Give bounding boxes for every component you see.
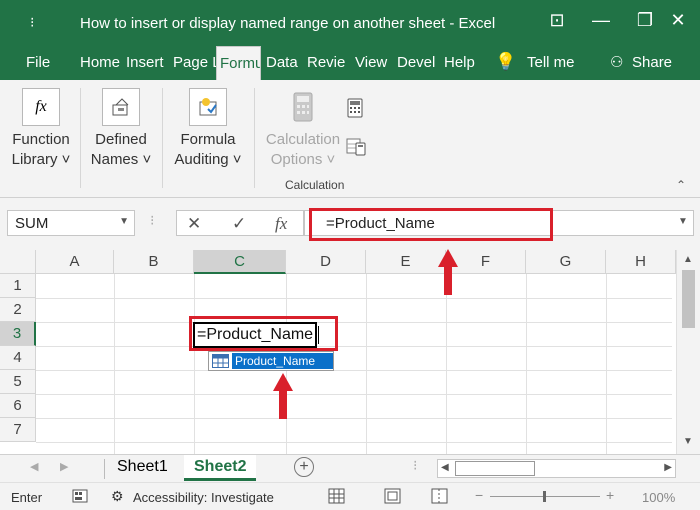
accessibility-icon[interactable]: ⚙ <box>111 488 124 505</box>
enter-icon[interactable]: ✓ <box>232 214 246 234</box>
prev-sheet-icon[interactable]: ◀ <box>30 460 38 473</box>
row-header-6[interactable]: 6 <box>0 394 36 418</box>
tab-formulas[interactable]: Formu <box>216 46 261 80</box>
calculate-now-icon[interactable] <box>346 98 364 123</box>
defined-names-icon <box>102 88 140 126</box>
quick-access-icon[interactable]: ⁝ <box>30 14 34 31</box>
calculation-group-label: Calculation <box>285 178 345 192</box>
expand-formula-icon[interactable]: ▼ <box>678 216 688 227</box>
calculate-sheet-icon[interactable] <box>346 136 366 161</box>
column-header-c[interactable]: C <box>194 250 286 274</box>
resize-handle[interactable]: ⁝ <box>150 212 154 229</box>
vertical-scrollbar[interactable]: ▲ ▼ <box>676 250 700 454</box>
function-library-button[interactable]: fx Function Library ˅ <box>8 80 74 170</box>
tab-insert[interactable]: Insert <box>126 54 164 71</box>
tell-me-search[interactable]: Tell me <box>527 54 575 71</box>
row-header-3[interactable]: 3 <box>0 322 36 346</box>
name-box[interactable]: SUM ▼ <box>7 210 135 236</box>
share-icon[interactable]: ⚇ <box>610 53 623 71</box>
calculator-icon <box>284 88 322 126</box>
tab-developer[interactable]: Devel <box>397 54 435 71</box>
status-bar: Enter ⚙ Accessibility: Investigate − + 1… <box>0 482 700 510</box>
arrow-up-icon <box>438 249 458 295</box>
column-header-e[interactable]: E <box>366 250 446 274</box>
collapse-ribbon-icon[interactable]: ⌃ <box>676 178 686 192</box>
tab-splitter-handle[interactable]: ⁝ <box>413 457 417 474</box>
row-header-1[interactable]: 1 <box>0 274 36 298</box>
arrow-up-icon <box>273 373 293 419</box>
select-all-corner[interactable] <box>0 250 36 274</box>
zoom-level[interactable]: 100% <box>642 490 675 505</box>
autocomplete-dropdown[interactable]: Product_Name <box>208 351 334 371</box>
formula-buttons: ✕ ✓ fx <box>176 210 304 236</box>
ribbon-display-icon[interactable]: ⊡ <box>545 10 569 31</box>
spreadsheet-grid[interactable]: A B C D E F G H 1 2 3 4 5 6 7 ▲ ▼ =Produ… <box>0 250 700 454</box>
tab-view[interactable]: View <box>355 54 387 71</box>
next-sheet-icon[interactable]: ▶ <box>60 460 68 473</box>
defined-names-button[interactable]: Defined Names ˅ <box>88 80 154 170</box>
cancel-icon[interactable]: ✕ <box>187 214 201 234</box>
scroll-thumb[interactable] <box>682 270 695 328</box>
sheet-tab-sheet1[interactable]: Sheet1 <box>107 455 178 481</box>
tab-file[interactable]: File <box>26 54 50 71</box>
add-sheet-icon[interactable]: + <box>294 457 314 477</box>
page-layout-view-icon[interactable] <box>384 488 401 507</box>
insert-function-icon[interactable]: fx <box>275 214 287 234</box>
tab-page-layout[interactable]: Page L <box>173 54 221 71</box>
formula-auditing-icon <box>189 88 227 126</box>
column-header-b[interactable]: B <box>114 250 194 274</box>
horizontal-scrollbar[interactable]: ◀ ▶ <box>437 459 676 478</box>
normal-view-icon[interactable] <box>328 488 345 507</box>
calculation-options-button[interactable]: Calculation Options ˅ <box>262 80 344 170</box>
scroll-up-icon[interactable]: ▲ <box>683 254 693 265</box>
ribbon-tabs: File Home Insert Page L Formu Data Revie… <box>0 46 700 80</box>
column-header-g[interactable]: G <box>526 250 606 274</box>
lightbulb-icon[interactable]: 💡 <box>495 52 516 72</box>
formula-text: =Product_Name <box>326 215 435 232</box>
close-button[interactable]: ✕ <box>666 10 690 31</box>
column-header-d[interactable]: D <box>286 250 366 274</box>
formula-auditing-button[interactable]: Formula Auditing ˅ <box>170 80 246 170</box>
title-bar: ⁝ How to insert or display named range o… <box>0 0 700 46</box>
hscroll-thumb[interactable] <box>455 461 535 476</box>
fx-icon: fx <box>22 88 60 126</box>
row-header-7[interactable]: 7 <box>0 418 36 442</box>
minimize-button[interactable]: — <box>589 10 613 31</box>
sheet-tabs-bar: ◀ ▶ Sheet1 Sheet2 + ⁝ ◀ ▶ <box>0 454 700 482</box>
column-header-h[interactable]: H <box>606 250 676 274</box>
tab-help[interactable]: Help <box>444 54 475 71</box>
zoom-slider-thumb[interactable] <box>543 491 546 502</box>
text-cursor <box>318 326 319 344</box>
row-header-5[interactable]: 5 <box>0 370 36 394</box>
share-button[interactable]: Share <box>632 54 672 71</box>
chevron-down-icon[interactable]: ▼ <box>119 216 129 227</box>
macro-record-icon[interactable] <box>72 488 88 507</box>
ribbon-formulas: fx Function Library ˅ Defined Names ˅ Fo… <box>0 80 700 198</box>
cell-text: =Product_Name <box>197 326 314 343</box>
zoom-out-icon[interactable]: − <box>475 487 483 503</box>
column-header-a[interactable]: A <box>36 250 114 274</box>
autocomplete-item[interactable]: Product_Name <box>232 353 333 369</box>
tab-home[interactable]: Home <box>80 54 120 71</box>
row-header-2[interactable]: 2 <box>0 298 36 322</box>
tab-data[interactable]: Data <box>266 54 298 71</box>
named-range-icon <box>212 354 229 373</box>
zoom-in-icon[interactable]: + <box>606 487 614 503</box>
scroll-down-icon[interactable]: ▼ <box>683 436 693 447</box>
restore-button[interactable]: ❐ <box>633 10 657 31</box>
row-header-4[interactable]: 4 <box>0 346 36 370</box>
sheet-tab-sheet2[interactable]: Sheet2 <box>184 455 257 481</box>
window-title: How to insert or display named range on … <box>80 15 496 32</box>
accessibility-status[interactable]: Accessibility: Investigate <box>133 490 274 505</box>
mode-indicator: Enter <box>11 490 43 505</box>
page-break-view-icon[interactable] <box>431 488 448 507</box>
tab-review[interactable]: Revie <box>307 54 345 71</box>
